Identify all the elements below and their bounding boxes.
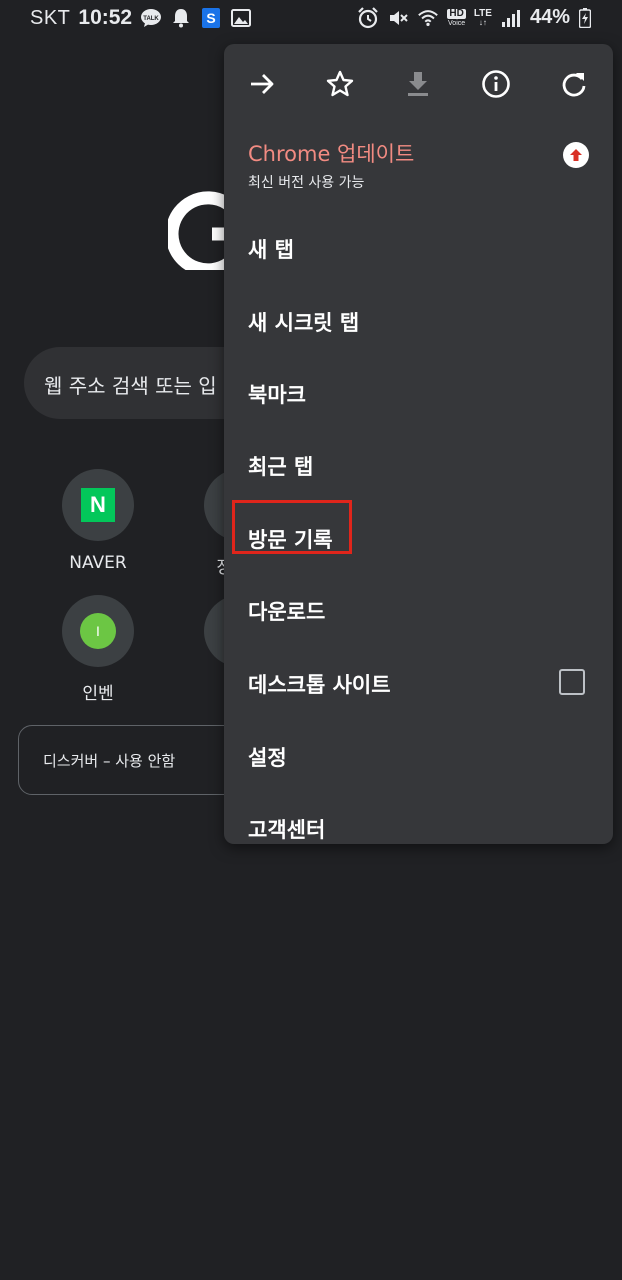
search-placeholder: 웹 주소 검색 또는 입 (44, 374, 217, 398)
menu-item-new-incognito-tab[interactable]: 새 시크릿 탭 (224, 289, 613, 353)
clock: 10:52 (78, 6, 133, 29)
menu-item-label: 새 시크릿 탭 (248, 311, 360, 335)
inven-icon-letter: I (96, 623, 100, 639)
hd-label: HD (447, 7, 466, 19)
data-arrows-icon: ↓↑ (478, 17, 487, 27)
desktop-site-checkbox[interactable] (559, 669, 585, 695)
menu-item-downloads[interactable]: 다운로드 (224, 578, 613, 642)
menu-item-label: 고객센터 (248, 818, 326, 842)
menu-item-label: 북마크 (248, 383, 306, 407)
chrome-overflow-menu: Chrome 업데이트 최신 버전 사용 가능 새 탭 새 시크릿 탭 북마크 … (224, 44, 613, 844)
menu-item-label: 최근 탭 (248, 455, 314, 479)
hd-voice-icon: HD Voice (447, 7, 466, 27)
menu-item-history[interactable]: 방문 기록 (224, 500, 613, 570)
voice-label: Voice (448, 19, 466, 27)
svg-text:TALK: TALK (143, 16, 159, 22)
carrier-label: SKT (30, 6, 71, 29)
shortcut-naver[interactable]: N NAVER (48, 469, 148, 573)
forward-icon (251, 74, 274, 94)
naver-icon: N (62, 469, 134, 541)
menu-item-label: 방문 기록 (248, 528, 333, 552)
chrome-update-item[interactable]: Chrome 업데이트 최신 버전 사용 가능 (224, 132, 613, 196)
signal-icon (500, 7, 522, 29)
bookmark-button[interactable] (320, 64, 360, 104)
page-info-button[interactable] (476, 64, 516, 104)
bookmark-star-icon (326, 70, 354, 97)
download-icon (408, 72, 428, 96)
svg-text:S: S (206, 10, 215, 26)
bell-icon (170, 7, 192, 29)
status-bar: SKT 10:52 TALK S HD Voice LTE ↓↑ 44% (0, 0, 622, 40)
menu-item-bookmarks[interactable]: 북마크 (224, 361, 613, 425)
refresh-button[interactable] (554, 64, 594, 104)
alarm-icon (357, 6, 379, 29)
menu-item-label: 새 탭 (248, 238, 294, 262)
update-arrow-icon (563, 142, 589, 168)
wifi-icon (417, 7, 439, 29)
mute-icon (387, 7, 409, 29)
menu-item-desktop-site[interactable]: 데스크톱 사이트 (224, 651, 613, 715)
lte-icon: LTE ↓↑ (473, 7, 492, 27)
menu-item-help[interactable]: 고객센터 (224, 796, 613, 844)
menu-item-settings[interactable]: 설정 (224, 724, 613, 788)
menu-toolbar (224, 44, 613, 124)
info-icon (482, 70, 510, 98)
update-subtitle: 최신 버전 사용 가능 (248, 175, 365, 191)
menu-item-recent-tabs[interactable]: 최근 탭 (224, 433, 613, 497)
update-title: Chrome 업데이트 (248, 142, 415, 166)
battery-percent: 44% (529, 6, 570, 28)
shortcut-inven[interactable]: I 인벤 (48, 595, 148, 704)
s-app-icon: S (200, 7, 222, 29)
shortcut-label: 인벤 (82, 684, 114, 704)
image-icon (230, 7, 252, 29)
menu-item-label: 데스크톱 사이트 (248, 673, 391, 697)
menu-item-label: 설정 (248, 746, 287, 770)
shortcut-label: NAVER (69, 553, 127, 573)
refresh-icon (562, 73, 586, 97)
menu-item-label: 다운로드 (248, 600, 326, 624)
menu-item-new-tab[interactable]: 새 탭 (224, 216, 613, 280)
talk-icon: TALK (140, 7, 162, 29)
battery-icon (578, 7, 592, 29)
lte-label: LTE (473, 7, 492, 19)
naver-icon-letter: N (90, 492, 106, 517)
download-button[interactable] (398, 64, 438, 104)
discover-label: 디스커버 – 사용 안함 (43, 752, 176, 770)
forward-button[interactable] (242, 64, 282, 104)
inven-icon: I (62, 595, 134, 667)
